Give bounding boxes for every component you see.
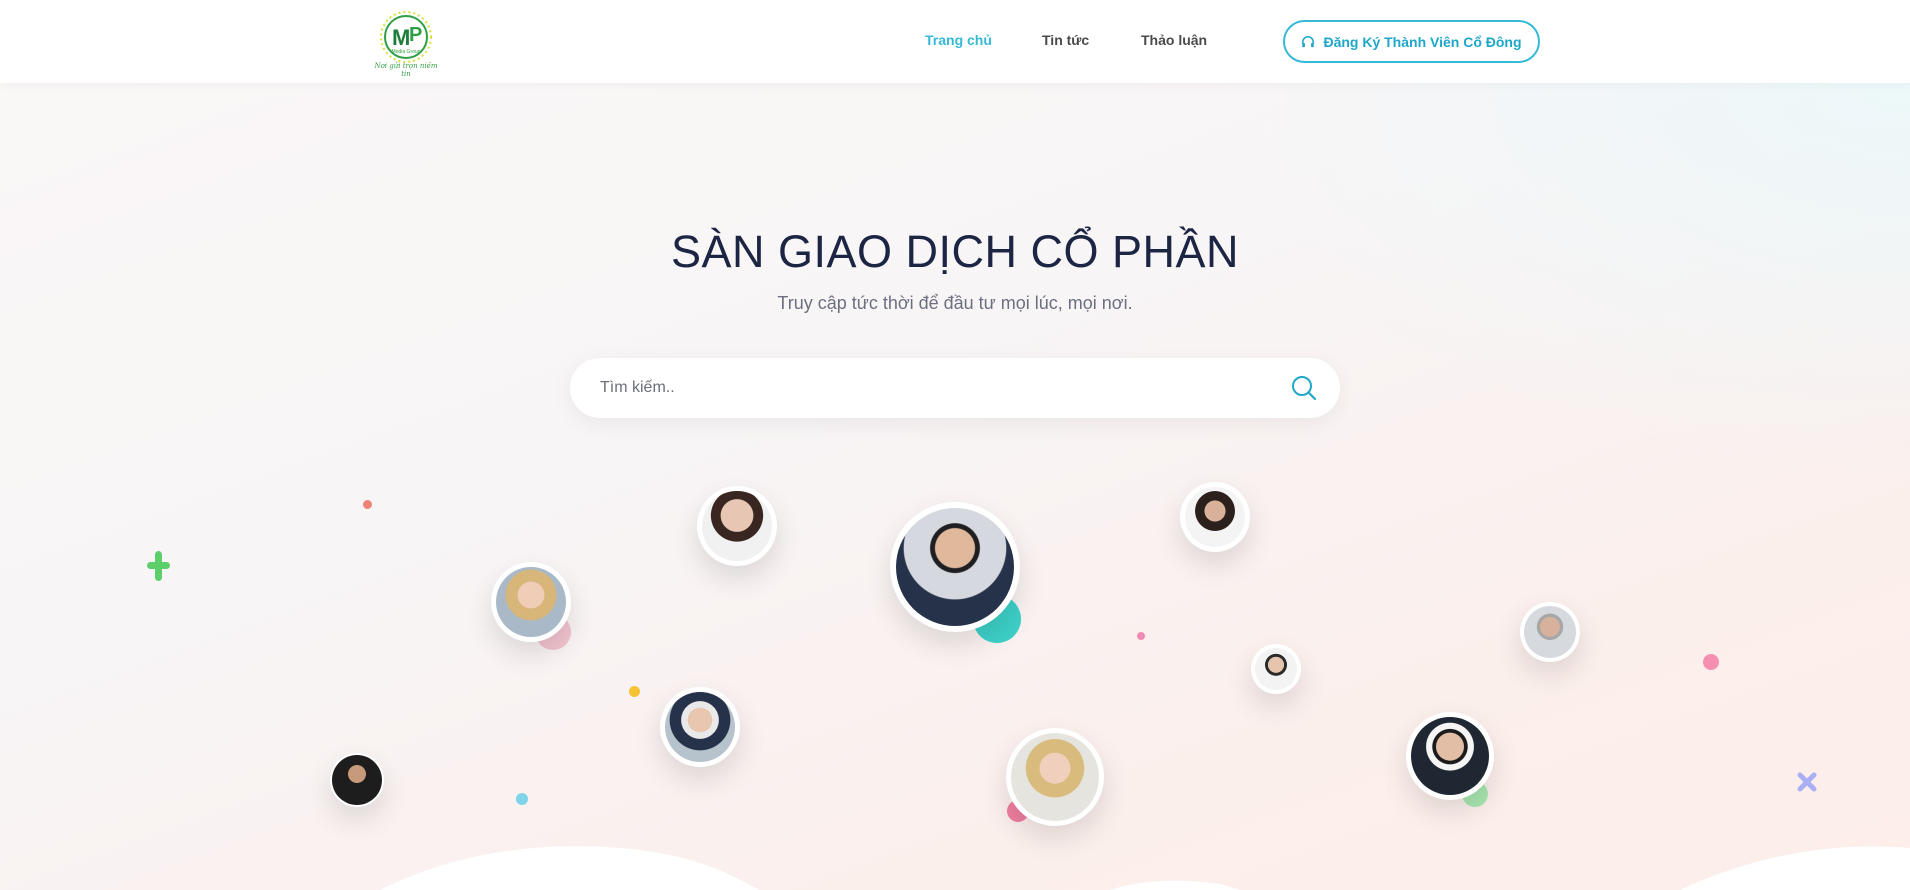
register-button-label: Đăng Ký Thành Viên Cổ Đông: [1323, 33, 1522, 50]
avatar: [1520, 602, 1580, 662]
avatar-featured: [890, 502, 1020, 632]
headphones-icon: [1302, 35, 1315, 47]
page-subtitle: Truy cập tức thời để đầu tư mọi lúc, mọi…: [777, 293, 1133, 313]
search-input[interactable]: [600, 358, 1250, 418]
svg-text:Media Group: Media Group: [392, 49, 421, 55]
avatar: [491, 562, 571, 642]
search-bar: [570, 358, 1340, 418]
register-shareholder-button[interactable]: Đăng Ký Thành Viên Cổ Đông: [1283, 20, 1540, 63]
avatar: [1406, 712, 1494, 800]
site-header: M P Media Group Nơi gửi trọn niềm tin Tr…: [0, 0, 1910, 83]
hero-background: [0, 83, 1910, 890]
page-title: SÀN GIAO DỊCH CỔ PHẦN: [670, 226, 1240, 277]
bottom-wave: [380, 846, 1910, 890]
avatar: [1251, 644, 1301, 694]
avatar: [697, 486, 777, 566]
avatar: [660, 687, 740, 767]
x-mark-icon: [1797, 772, 1817, 792]
avatar: [330, 753, 384, 807]
nav-item-discussion[interactable]: Thảo luận: [1141, 32, 1207, 48]
search-button[interactable]: [1288, 372, 1320, 404]
decor-dot: [516, 793, 528, 805]
nav-item-news[interactable]: Tin tức: [1042, 32, 1089, 48]
decor-dot: [1137, 632, 1145, 640]
avatar: [1180, 482, 1250, 552]
search-icon: [1292, 376, 1317, 401]
decor-dot: [629, 686, 640, 697]
avatar: [1006, 728, 1104, 826]
decor-dot: [363, 500, 372, 509]
logo-tagline: Nơi gửi trọn niềm tin: [374, 62, 438, 78]
svg-text:M: M: [392, 25, 410, 50]
nav-item-home[interactable]: Trang chủ: [925, 32, 992, 48]
green-plus-icon: [147, 551, 170, 581]
decor-dot: [1703, 654, 1719, 670]
site-logo[interactable]: M P Media Group Nơi gửi trọn niềm tin: [370, 9, 442, 78]
logo-mark-icon: M P Media Group: [380, 11, 432, 63]
svg-text:P: P: [409, 24, 422, 46]
